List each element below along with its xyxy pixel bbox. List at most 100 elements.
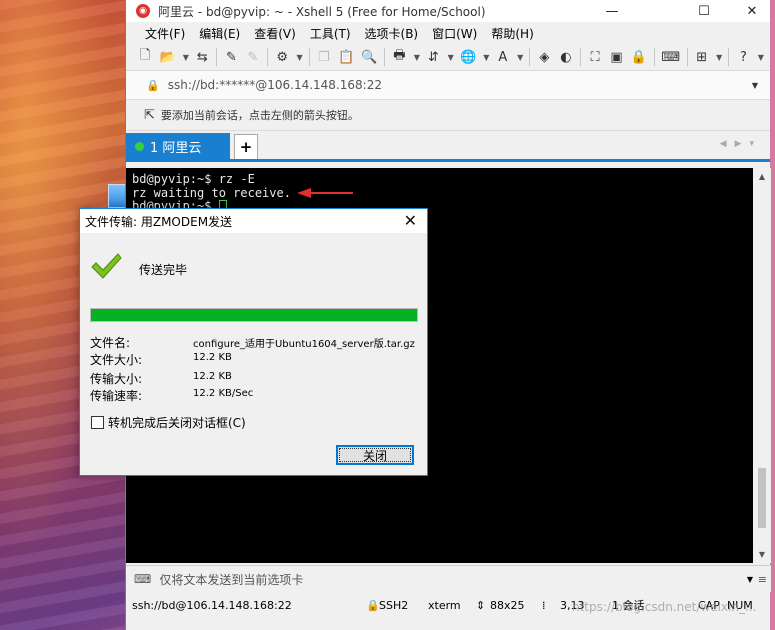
help-dropdown-icon[interactable]: ▼ [758, 48, 764, 66]
new-tab-dropdown-icon[interactable]: ▼ [716, 48, 722, 66]
transparent-icon[interactable]: ▣ [609, 48, 623, 66]
new-tab-icon[interactable]: ⊞ [695, 48, 709, 66]
status-position-icon: ⁞ [542, 598, 546, 612]
find-icon[interactable]: 🔍 [361, 48, 377, 66]
status-protocol: SSH2 [379, 598, 409, 612]
open-dropdown-icon[interactable]: ▼ [183, 48, 189, 66]
menu-tools[interactable]: 工具(T) [303, 25, 358, 42]
status-size: 88x25 [490, 598, 525, 612]
font-icon[interactable]: A [496, 48, 510, 66]
font-dropdown-icon[interactable]: ▼ [517, 48, 523, 66]
checkmark-icon [91, 253, 122, 279]
compose-keyboard-icon: ⌨ [134, 572, 152, 586]
toolbar-separator [686, 48, 688, 66]
tab-bar: 1 阿里云 + ◀▶▾ [126, 131, 770, 162]
lock-icon: 🔒 [146, 78, 160, 92]
add-session-arrow-icon[interactable]: ⇱ [144, 108, 155, 123]
paste-icon[interactable]: 📋 [338, 48, 354, 66]
toolbar: 🗋 📂 ▼ ⇆ ✎ ✎ ⚙ ▼ ❐ 📋 🔍 🖶 ▼ ⇵ ▼ 🌐 ▼ A ▼ ◈ … [126, 44, 770, 71]
address-text[interactable]: ssh://bd:******@106.14.148.168:22 [168, 78, 382, 92]
transferred-value: 12.2 KB [193, 371, 232, 382]
speed-value: 12.2 KB/Sec [193, 388, 254, 399]
menu-file[interactable]: 文件(F) [138, 25, 192, 42]
terminal-line: rz waiting to receive. [132, 186, 747, 200]
print-icon[interactable]: 🖶 [392, 48, 406, 66]
globe-icon[interactable]: 🌐 [460, 48, 476, 66]
menu-edit[interactable]: 编辑(E) [192, 25, 247, 42]
speed-label: 传输速率: [90, 389, 143, 403]
scrollbar-thumb[interactable] [758, 468, 766, 528]
compose-input[interactable]: 仅将文本发送到当前选项卡 [159, 571, 303, 588]
file-transfer-dialog: 文件传输: 用ZMODEM发送 ✕ 传送完毕 文件名: configure_适用… [79, 208, 428, 476]
filesize-value: 12.2 KB [193, 352, 232, 363]
transfer-icon[interactable]: ⇵ [426, 48, 440, 66]
lock-icon[interactable]: 🔒 [631, 48, 647, 66]
title-bar[interactable]: ◉ 阿里云 - bd@pyvip: ~ - Xshell 5 (Free for… [126, 0, 770, 22]
fullscreen-icon[interactable]: ⛶ [588, 48, 602, 66]
address-bar[interactable]: 🔒 ssh://bd:******@106.14.148.168:22 ▼ [126, 71, 770, 100]
status-lock-icon: 🔒 [366, 598, 380, 612]
minimize-button[interactable]: — [589, 0, 635, 22]
transfer-status: 传送完毕 [139, 263, 188, 277]
tab-aliyun[interactable]: 1 阿里云 [126, 133, 230, 159]
menu-tabs[interactable]: 选项卡(B) [358, 25, 426, 42]
connected-status-icon [135, 141, 144, 151]
terminal-line: bd@pyvip:~$ rz -E [132, 172, 255, 186]
menu-window[interactable]: 窗口(W) [425, 25, 484, 42]
menu-view[interactable]: 查看(V) [247, 25, 303, 42]
new-session-icon[interactable]: 🗋 [138, 48, 152, 66]
status-connection: ssh://bd@106.14.148.168:22 [132, 598, 292, 612]
filename-value: configure_适用于Ubuntu1604_server版.tar.gz [193, 339, 415, 350]
help-icon[interactable]: ? [736, 48, 750, 66]
terminal-line-text: rz waiting to receive. [132, 185, 291, 200]
properties-icon[interactable]: ⚙ [275, 48, 289, 66]
filename-label: 文件名: [90, 336, 131, 350]
toolbar-separator [529, 48, 531, 66]
menu-help[interactable]: 帮助(H) [484, 25, 540, 42]
reconnect-icon[interactable]: ✎ [224, 48, 238, 66]
close-window-button[interactable]: ✕ [729, 0, 775, 22]
scroll-up-icon[interactable]: ▲ [753, 172, 771, 181]
terminal-scrollbar[interactable]: ▲ ▼ [753, 168, 771, 563]
checkbox-label: 转机完成后关闭对话框(C) [108, 416, 246, 430]
transfer-progress-bar [90, 308, 418, 322]
xftp-icon[interactable]: ◈ [537, 48, 551, 66]
dialog-title-bar[interactable]: 文件传输: 用ZMODEM发送 ✕ [80, 209, 427, 233]
address-dropdown-icon[interactable]: ▼ [752, 81, 758, 90]
dialog-close-button[interactable]: 关闭 [336, 445, 414, 465]
status-terminal: xterm [428, 598, 461, 612]
toolbar-separator [580, 48, 581, 66]
xshell-app-icon: ◉ [136, 4, 150, 18]
toolbar-separator [308, 48, 310, 66]
progress-fill [91, 309, 417, 321]
checkbox-box[interactable] [91, 416, 104, 429]
xmanager-icon[interactable]: ◐ [559, 48, 573, 66]
scroll-down-icon[interactable]: ▼ [753, 550, 771, 559]
tab-navigation-icons[interactable]: ◀▶▾ [720, 139, 762, 149]
dialog-close-icon[interactable]: ✕ [404, 211, 417, 230]
red-arrow-annotation [296, 188, 353, 198]
compose-dropdown-icon[interactable]: ▼ [747, 575, 753, 584]
disconnect-icon[interactable]: ⇆ [195, 48, 209, 66]
tab-label: 1 阿里云 [150, 140, 202, 156]
properties-dropdown-icon[interactable]: ▼ [296, 48, 303, 66]
window-title: 阿里云 - bd@pyvip: ~ - Xshell 5 (Free for H… [158, 4, 486, 19]
keyboard-icon[interactable]: ⌨ [661, 48, 680, 66]
globe-dropdown-icon[interactable]: ▼ [483, 48, 489, 66]
toolbar-separator [728, 48, 730, 66]
dialog-title: 文件传输: 用ZMODEM发送 [85, 214, 233, 229]
reconnect-disabled-icon: ✎ [247, 49, 259, 65]
maximize-button[interactable]: ☐ [681, 0, 727, 22]
menu-bar: 文件(F) 编辑(E) 查看(V) 工具(T) 选项卡(B) 窗口(W) 帮助(… [126, 22, 770, 44]
session-hint-text: 要添加当前会话，点击左侧的箭头按钮。 [160, 109, 359, 122]
compose-menu-icon[interactable]: ≡ [758, 573, 767, 586]
open-session-icon[interactable]: 📂 [159, 48, 175, 66]
session-hint-bar: ⇱ 要添加当前会话，点击左侧的箭头按钮。 [126, 100, 770, 131]
close-after-transfer-checkbox[interactable]: 转机完成后关闭对话框(C) [91, 414, 246, 431]
filesize-label: 文件大小: [90, 353, 143, 367]
print-dropdown-icon[interactable]: ▼ [414, 48, 420, 66]
add-tab-button[interactable]: + [234, 134, 258, 159]
transfer-dropdown-icon[interactable]: ▼ [448, 48, 454, 66]
toolbar-separator [384, 48, 386, 66]
compose-bar[interactable]: ⌨ 仅将文本发送到当前选项卡 ▼ ≡ [126, 565, 771, 592]
